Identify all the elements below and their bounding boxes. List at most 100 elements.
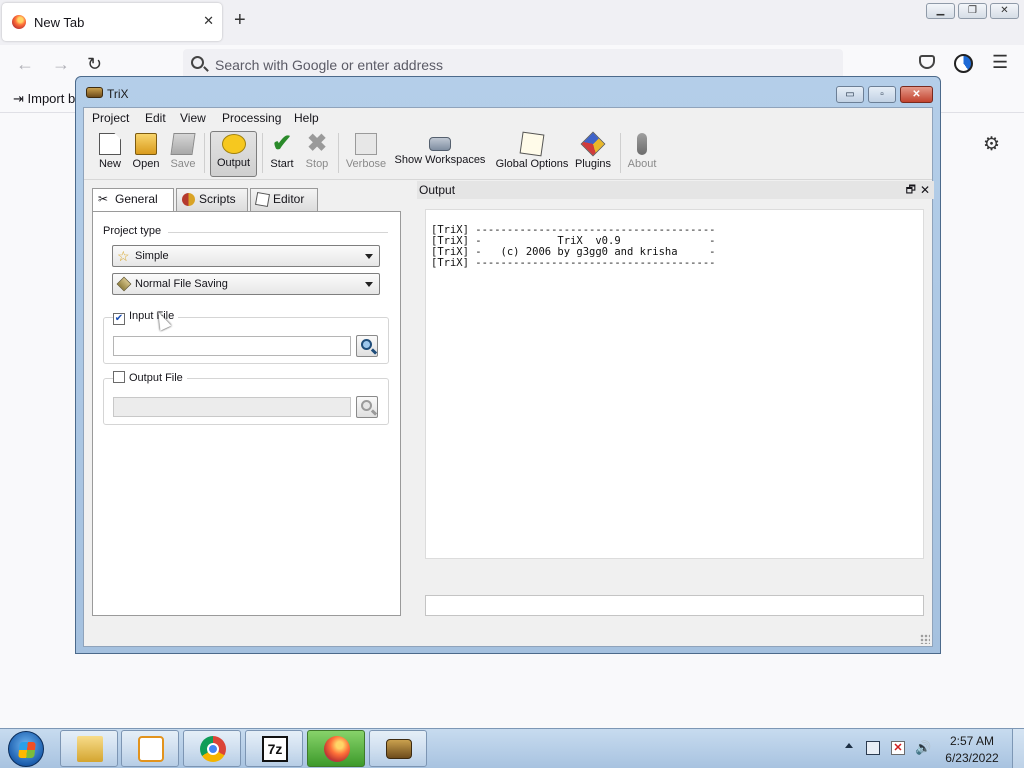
- reload-icon[interactable]: ↻: [87, 55, 102, 73]
- tab-general-label: General: [115, 192, 158, 206]
- x-stop-icon: ✖: [306, 130, 328, 157]
- show-hidden-icons-arrow-icon[interactable]: [845, 743, 853, 748]
- output-log[interactable]: [TriX] ---------------------------------…: [425, 209, 924, 559]
- start-button[interactable]: [8, 731, 44, 767]
- gear-icon[interactable]: ⚙: [983, 133, 1000, 156]
- checkbox-checked-icon[interactable]: ✔: [113, 313, 125, 325]
- about-label: About: [627, 158, 657, 170]
- tab-title: New Tab: [34, 15, 85, 30]
- show-workspaces-button[interactable]: Show Workspaces: [394, 131, 486, 177]
- tab-editor[interactable]: Editor: [250, 188, 318, 211]
- toolbar-separator: [204, 133, 205, 173]
- network-icon[interactable]: [866, 741, 880, 755]
- forward-arrow-icon[interactable]: →: [52, 55, 70, 73]
- import-bookmarks-link[interactable]: ⇥ Import b: [13, 91, 75, 107]
- search-icon: [191, 56, 204, 69]
- start-button[interactable]: ✔ Start: [267, 131, 297, 177]
- menu-bar: Project Edit View Processing Help: [84, 108, 932, 127]
- input-file-group: ✔ Input File: [103, 310, 389, 364]
- magnifier-icon: [361, 339, 372, 350]
- trix-app-icon: [86, 87, 103, 98]
- browser-minimize-button[interactable]: ▁: [926, 3, 955, 19]
- save-label: Save: [170, 158, 196, 170]
- hamburger-menu-icon[interactable]: ☰: [992, 52, 1008, 73]
- tab-scripts[interactable]: Scripts: [176, 188, 248, 211]
- about-button[interactable]: About: [625, 131, 659, 177]
- menu-processing[interactable]: Processing: [222, 111, 281, 125]
- file-saving-select[interactable]: Normal File Saving: [112, 273, 380, 295]
- menu-edit[interactable]: Edit: [145, 111, 166, 125]
- output-button[interactable]: Output: [210, 131, 257, 177]
- checkbox-unchecked-icon[interactable]: [113, 371, 125, 383]
- file-saving-value: Normal File Saving: [135, 278, 228, 290]
- windows-taskbar: 7z ✕ 🔊 2:57 AM 6/23/2022: [0, 728, 1024, 768]
- browse-input-button[interactable]: [356, 335, 378, 357]
- volume-icon[interactable]: 🔊: [915, 741, 931, 755]
- trix-title-bar[interactable]: TriX ▭ ▫ ✕: [76, 77, 940, 107]
- new-tab-button[interactable]: +: [234, 10, 246, 30]
- taskbar-media-player[interactable]: [121, 730, 179, 767]
- trix-client-area: Project Edit View Processing Help New Op…: [83, 107, 934, 647]
- browse-output-button[interactable]: [356, 396, 378, 418]
- output-dock-title-bar[interactable]: Output 🗗 ✕: [417, 181, 934, 199]
- project-type-select[interactable]: ☆ Simple: [112, 245, 380, 267]
- scripts-icon: [182, 193, 195, 206]
- checkmark-icon: ✔: [271, 130, 293, 157]
- plugins-cubes-icon: [580, 131, 606, 157]
- menu-help[interactable]: Help: [294, 111, 319, 125]
- editor-icon: [254, 191, 271, 208]
- show-desktop-button[interactable]: [1012, 729, 1024, 768]
- save-button[interactable]: Save: [168, 131, 198, 177]
- minimize-button[interactable]: ▭: [836, 86, 864, 103]
- new-label: New: [98, 158, 121, 170]
- window-title: TriX: [107, 87, 129, 101]
- media-player-icon: [138, 736, 164, 762]
- chevron-down-icon: [365, 254, 373, 259]
- float-dock-icon[interactable]: 🗗: [906, 181, 916, 199]
- open-button[interactable]: Open: [129, 131, 163, 177]
- clock-date[interactable]: 6/23/2022: [942, 751, 1002, 765]
- taskbar-firefox[interactable]: [307, 730, 365, 767]
- input-file-field[interactable]: [113, 336, 351, 356]
- close-dock-icon[interactable]: ✕: [920, 181, 930, 199]
- new-document-icon: [99, 133, 121, 155]
- output-dock: Output 🗗 ✕ [TriX] ----------------------…: [417, 181, 934, 628]
- toolbar-separator: [338, 133, 339, 173]
- maximize-button[interactable]: ▫: [868, 86, 896, 103]
- taskbar-trix[interactable]: [369, 730, 427, 767]
- menu-view[interactable]: View: [180, 111, 206, 125]
- tab-close-icon[interactable]: ✕: [203, 13, 214, 29]
- back-arrow-icon[interactable]: ←: [16, 55, 34, 73]
- verbose-label: Verbose: [345, 158, 387, 170]
- stop-label: Stop: [305, 158, 329, 170]
- verbose-button[interactable]: Verbose: [343, 131, 389, 177]
- workspaces-icon: [429, 137, 451, 151]
- open-folder-icon: [135, 133, 157, 155]
- close-button[interactable]: ✕: [900, 86, 933, 103]
- global-options-label: Global Options: [495, 158, 569, 170]
- firefox-icon: [324, 736, 350, 762]
- output-file-field[interactable]: [113, 397, 351, 417]
- browser-tab-new-tab[interactable]: New Tab ✕: [2, 3, 222, 41]
- browser-close-button[interactable]: ✕: [990, 3, 1019, 19]
- toolbar-separator: [620, 133, 621, 173]
- menu-project[interactable]: Project: [92, 111, 129, 125]
- start-label: Start: [270, 158, 294, 170]
- output-file-checkbox[interactable]: Output File: [113, 371, 187, 385]
- command-input[interactable]: [425, 595, 924, 616]
- taskbar-chrome[interactable]: [183, 730, 241, 767]
- new-button[interactable]: New: [95, 131, 125, 177]
- plugins-button[interactable]: Plugins: [574, 131, 612, 177]
- magnifier-icon: [361, 400, 372, 411]
- stop-button[interactable]: ✖ Stop: [302, 131, 332, 177]
- tab-general[interactable]: ✂ General: [92, 188, 174, 212]
- account-icon[interactable]: [954, 54, 973, 73]
- resize-grip[interactable]: [920, 634, 930, 644]
- global-options-button[interactable]: Global Options: [494, 131, 570, 177]
- browser-restore-button[interactable]: ❐: [958, 3, 987, 19]
- clock-time[interactable]: 2:57 AM: [942, 734, 1002, 748]
- taskbar-explorer[interactable]: [60, 730, 118, 767]
- url-input[interactable]: Search with Google or enter address: [215, 57, 443, 73]
- taskbar-7zip[interactable]: 7z: [245, 730, 303, 767]
- action-center-flag-icon[interactable]: ✕: [891, 741, 905, 755]
